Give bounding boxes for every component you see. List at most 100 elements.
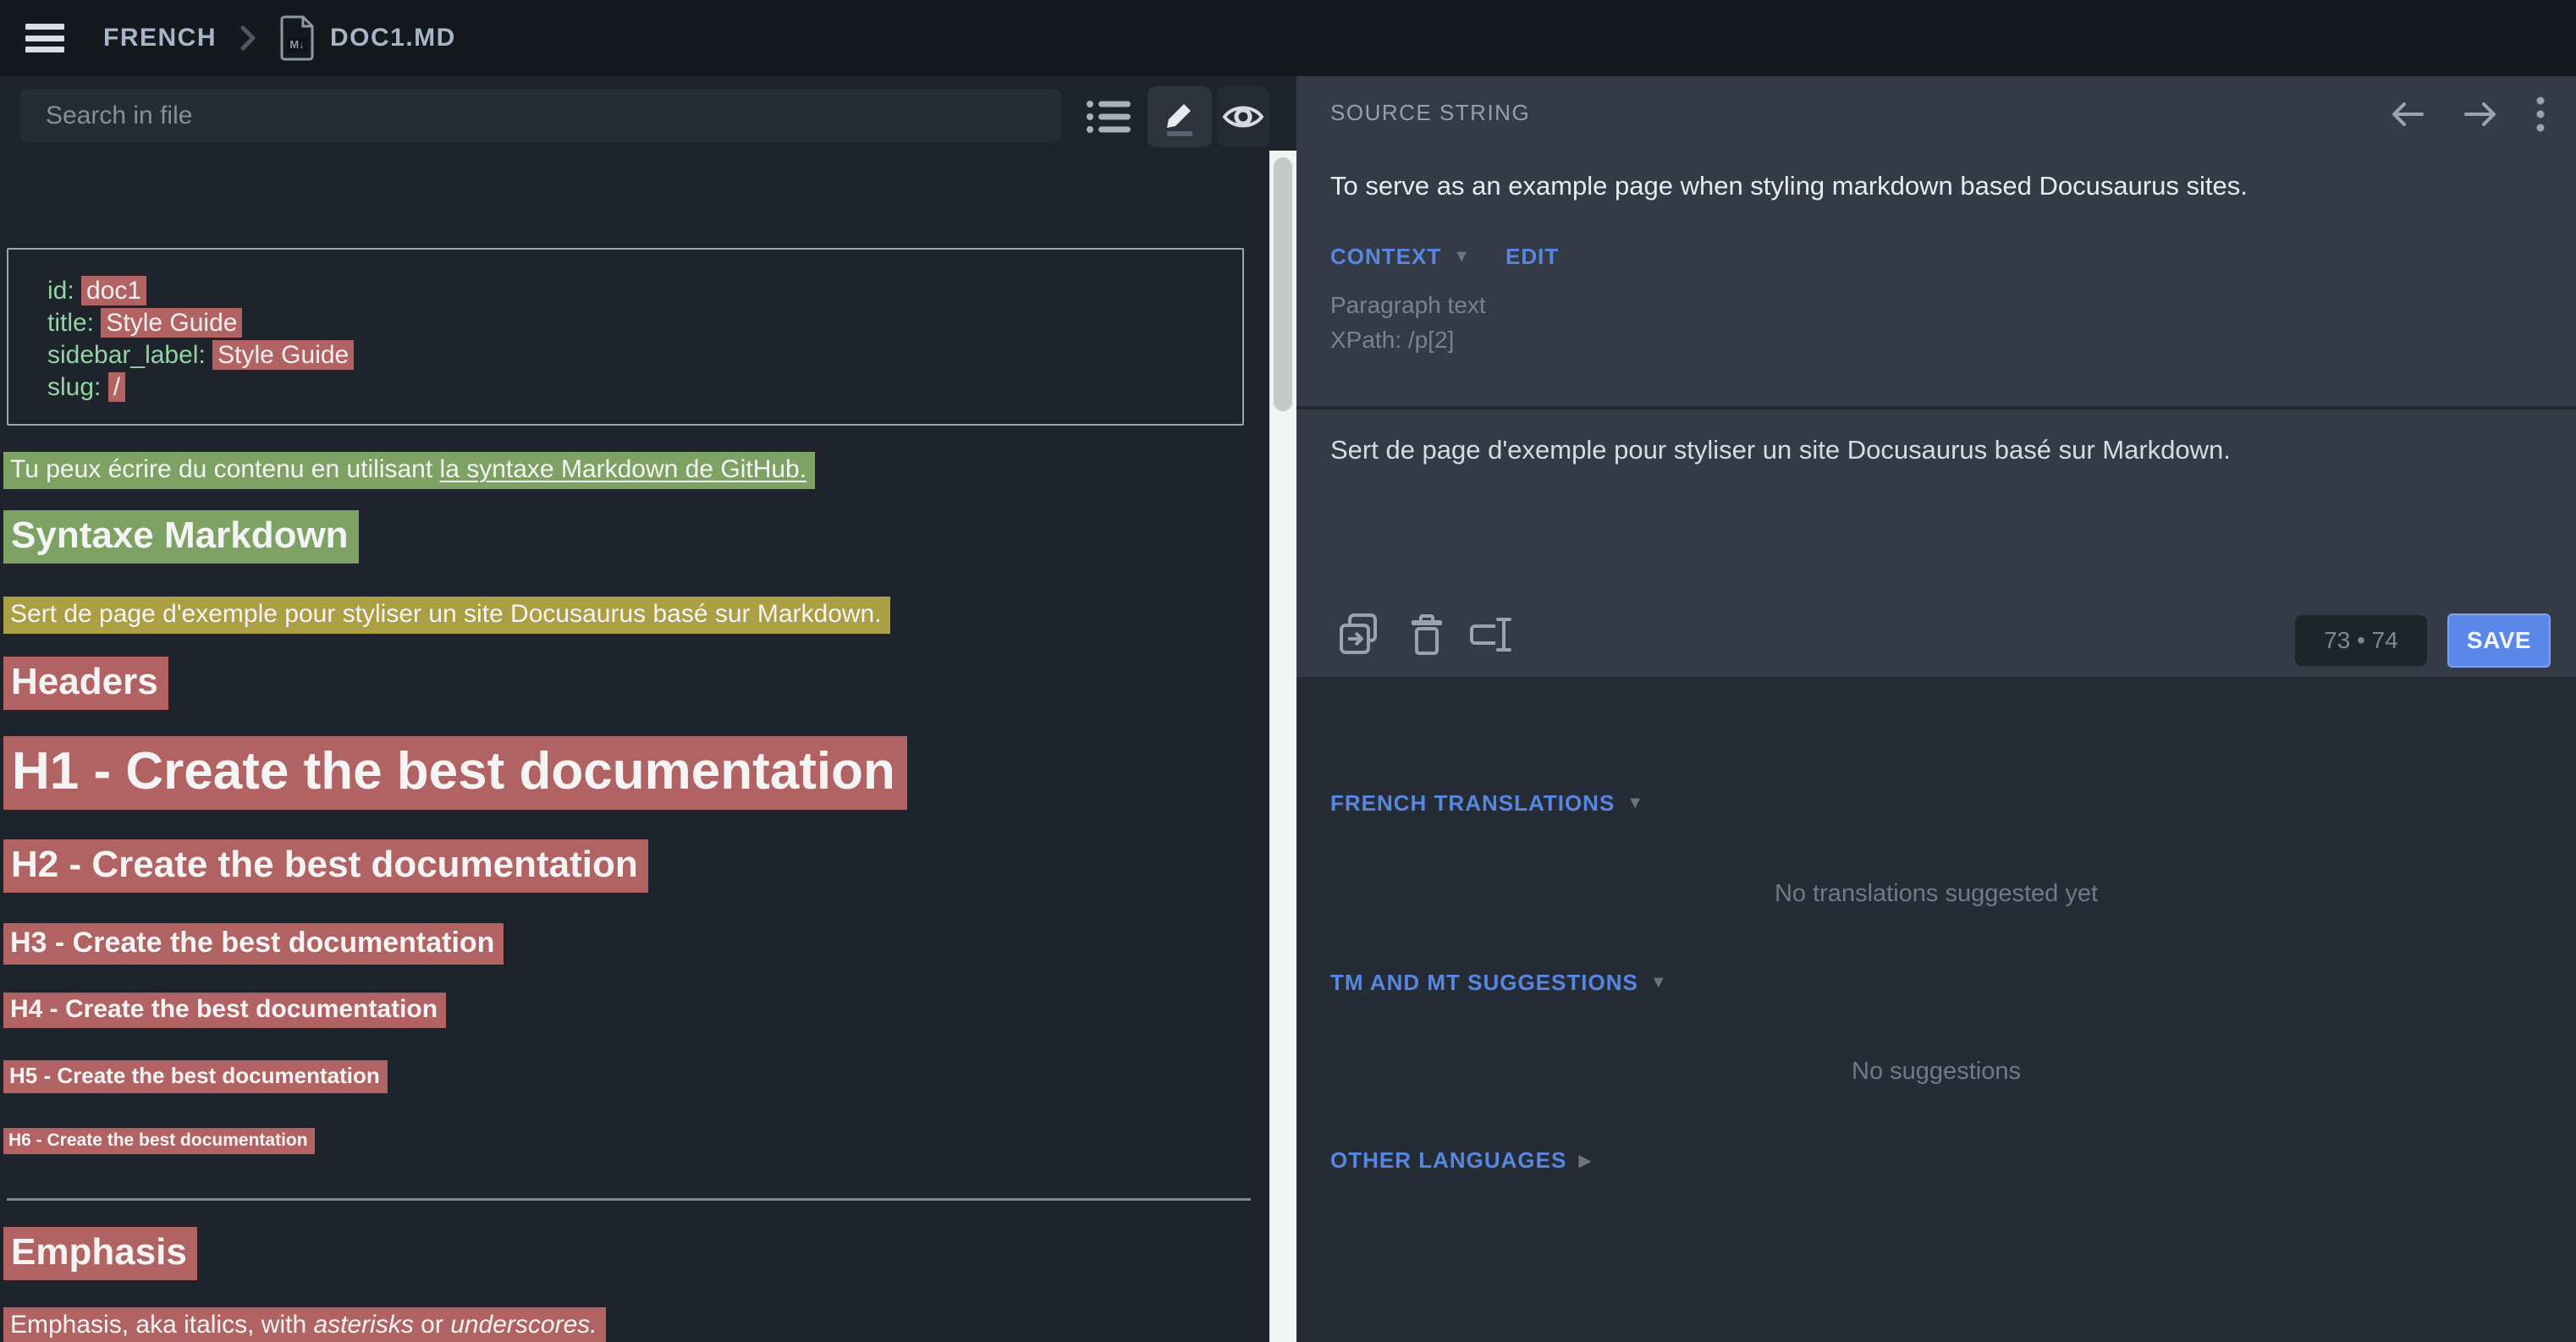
underline-text: la syntaxe Markdown de GitHub. [440,455,807,483]
string-highlight: Sert de page d'exemple pour styliser un … [3,597,890,634]
yaml-value-string[interactable]: doc1 [81,276,146,305]
eye-icon [1222,102,1264,132]
text-cursor-button[interactable] [1467,613,1511,657]
frontmatter-line[interactable]: title: Style Guide [47,307,1242,339]
doc-string-p[interactable]: Sert de page d'exemple pour styliser un … [3,597,890,634]
horizontal-rule [7,1198,1251,1201]
scrollbar-thumb[interactable] [1274,157,1292,411]
doc-string-h2[interactable]: H2 - Create the best documentation [3,839,648,893]
chevron-down-icon: ▼ [1627,794,1643,813]
section-label: OTHER LANGUAGES [1330,1147,1566,1174]
list-icon [1085,96,1132,137]
translation-editor[interactable]: Sert de page d'exemple pour styliser un … [1330,435,2540,570]
yaml-key: id: [47,277,81,305]
trash-icon [1410,613,1444,656]
plain-text: Headers [11,661,158,702]
doc-string-p[interactable]: Tu peux écrire du contenu en utilisant l… [3,452,815,489]
string-navigation [2390,95,2546,134]
more-options-kebab-icon[interactable] [2535,95,2546,134]
doc-string-h4[interactable]: H4 - Create the best documentation [3,993,446,1028]
italic-text: asterisks [313,1311,413,1339]
doc-string-p[interactable]: Emphasis, aka italics, with asterisks or… [3,1307,606,1342]
source-string-text: To serve as an example page when styling… [1330,171,2248,201]
italic-text: underscores. [450,1311,597,1339]
string-highlight: Syntaxe Markdown [3,510,359,564]
plain-text: H3 - Create the best documentation [10,927,494,959]
context-xpath: XPath: /p[2] [1330,327,1454,354]
edit-context-link[interactable]: EDIT [1505,244,1559,270]
frontmatter-lines: id: doc1title: Style Guidesidebar_label:… [47,275,1242,404]
plain-text: Emphasis [11,1231,187,1273]
string-highlight: Tu peux écrire du contenu en utilisant l… [3,452,815,489]
top-bar: FRENCH M↓ DOC1.MD [0,0,2576,76]
translation-toolbar: 73 • 74 SAVE [1296,591,2576,677]
svg-text:M↓: M↓ [289,38,304,51]
plain-text: H1 - Create the best documentation [12,742,895,800]
next-string-button[interactable] [2463,98,2498,130]
breadcrumb-project[interactable]: FRENCH [103,24,217,52]
yaml-value-string[interactable]: Style Guide [101,308,242,338]
plain-text: Emphasis, aka italics, with [10,1311,313,1339]
yaml-key: slug: [47,373,108,401]
plain-text: H6 - Create the best documentation [8,1130,308,1150]
frontmatter-box[interactable]: id: doc1title: Style Guidesidebar_label:… [7,248,1244,426]
copy-icon [1338,613,1380,657]
string-highlight: Headers [3,657,168,710]
document-panel: id: doc1title: Style Guidesidebar_label:… [0,76,1269,1342]
breadcrumb-file[interactable]: DOC1.MD [330,24,456,52]
doc-string-h2[interactable]: Syntaxe Markdown [3,510,359,564]
plain-text: Tu peux écrire du contenu en utilisant [10,455,440,483]
search-toolbar [0,76,1269,151]
doc-string-h1[interactable]: H1 - Create the best documentation [3,736,907,810]
hamburger-menu-icon[interactable] [25,24,64,52]
string-highlight: H5 - Create the best documentation [3,1060,388,1093]
markdown-file-icon: M↓ [279,14,316,62]
doc-string-h5[interactable]: H5 - Create the best documentation [3,1060,388,1093]
plain-text: Sert de page d'exemple pour styliser un … [10,600,882,628]
frontmatter-line[interactable]: sidebar_label: Style Guide [47,339,1242,371]
chevron-down-icon: ▼ [1453,247,1470,267]
yaml-value-string[interactable]: Style Guide [212,340,354,370]
translation-editor-app: FRENCH M↓ DOC1.MD [0,0,2576,1342]
section-label: FRENCH TRANSLATIONS [1330,790,1615,817]
empty-state-text: No translations suggested yet [1296,880,2576,908]
doc-string-h2[interactable]: Emphasis [3,1227,197,1280]
string-highlight: H3 - Create the best documentation [3,923,504,965]
string-highlight: H6 - Create the best documentation [3,1128,315,1154]
context-description: Paragraph text [1330,292,1486,319]
string-highlight: Emphasis, aka italics, with asterisks or… [3,1307,606,1342]
yaml-key: sidebar_label: [47,341,212,369]
section-header-french-translations[interactable]: FRENCH TRANSLATIONS ▼ [1330,790,1643,817]
yaml-value-string[interactable]: / [108,372,125,402]
section-header-tm-and-mt-suggestions[interactable]: TM AND MT SUGGESTIONS▼ [1330,970,1667,996]
doc-string-h6[interactable]: H6 - Create the best documentation [3,1128,315,1154]
empty-state-text: No suggestions [1296,1058,2576,1086]
document-content: id: doc1title: Style Guidesidebar_label:… [0,151,1269,1342]
context-toggle[interactable]: CONTEXT [1330,244,1441,270]
previous-string-button[interactable] [2390,98,2425,130]
source-string-header: SOURCE STRING [1330,100,1530,126]
suggestions-area: FRENCH TRANSLATIONS ▼ No translations sugg… [1296,677,2576,1342]
plain-text: H4 - Create the best documentation [10,995,438,1023]
document-scrollbar [1269,151,1296,1342]
pencil-icon [1161,97,1198,136]
copy-source-button[interactable] [1337,613,1381,657]
save-button[interactable]: SAVE [2447,613,2551,668]
search-input[interactable] [20,89,1061,143]
delete-translation-button[interactable] [1405,613,1449,657]
section-header-other-languages[interactable]: OTHER LANGUAGES▶ [1330,1147,1592,1174]
preview-mode-button[interactable] [1217,86,1269,147]
string-highlight: H1 - Create the best documentation [3,736,907,810]
doc-string-h3[interactable]: H3 - Create the best documentation [3,923,504,965]
frontmatter-line[interactable]: slug: / [47,371,1242,404]
source-string-section: SOURCE STRING To serve as an example pag… [1296,76,2576,677]
string-highlight: Emphasis [3,1227,197,1280]
context-row: CONTEXT ▼ EDIT [1330,244,1559,270]
string-list-button[interactable] [1076,86,1141,147]
chevron-right-icon [239,23,257,53]
doc-string-h2[interactable]: Headers [3,657,168,710]
translation-divider [1296,406,2576,410]
frontmatter-line[interactable]: id: doc1 [47,275,1242,307]
edit-mode-button[interactable] [1148,86,1212,147]
string-highlight: H4 - Create the best documentation [3,993,446,1028]
